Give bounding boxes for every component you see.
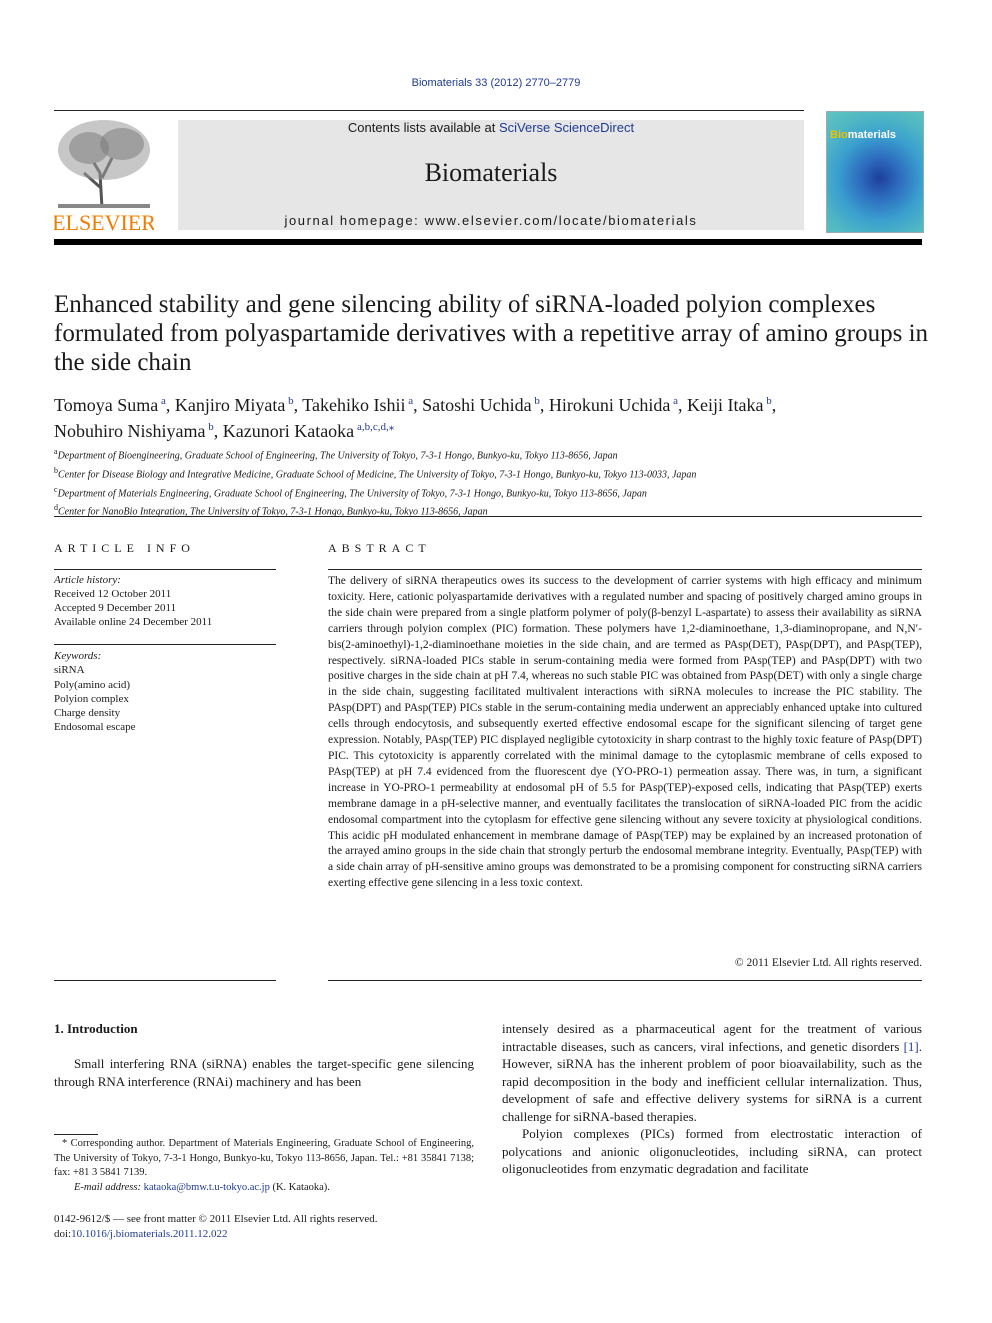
affiliation-marker[interactable]: b — [285, 395, 294, 407]
footnote-rule — [54, 1134, 98, 1135]
email-link[interactable]: kataoka@bmw.t.u-tokyo.ac.jp — [144, 1182, 270, 1193]
affiliation-marker[interactable]: a — [670, 395, 678, 407]
doi-link[interactable]: 10.1016/j.biomaterials.2011.12.022 — [71, 1228, 227, 1240]
header-thick-rule — [54, 239, 922, 245]
email-suffix: (K. Kataoka). — [269, 1181, 330, 1193]
article-history: Article history: Received 12 October 201… — [54, 573, 276, 629]
abstract-copyright: © 2011 Elsevier Ltd. All rights reserved… — [734, 957, 922, 969]
doi-label: doi: — [54, 1227, 72, 1240]
article-info-rule — [54, 569, 276, 570]
affiliation: cDepartment of Materials Engineering, Gr… — [54, 483, 934, 502]
abstract-rule — [328, 569, 922, 570]
elsevier-logo: ELSEVIER — [52, 118, 156, 235]
email-label: E-mail address: — [74, 1181, 144, 1193]
affiliation-text: Center for Disease Biology and Integrati… — [58, 469, 697, 481]
journal-homepage[interactable]: journal homepage: www.elsevier.com/locat… — [178, 213, 804, 228]
footnote: * Corresponding author. Department of Ma… — [54, 1137, 474, 1195]
affiliation-text: Department of Materials Engineering, Gra… — [57, 487, 647, 499]
affiliation-text: Department of Bioengineering, Graduate S… — [57, 450, 618, 462]
author-name[interactable]: Keiji Itaka — [687, 395, 763, 415]
keywords-label: Keywords: — [54, 650, 102, 662]
article-info-bottom-rule — [54, 980, 276, 981]
affiliation-marker[interactable]: b — [532, 395, 540, 407]
keyword: Poly(amino acid) — [54, 678, 131, 691]
cover-title-rest: materials — [847, 129, 897, 141]
author-name[interactable]: Tomoya Suma — [54, 395, 158, 415]
introduction-heading: 1. Introduction — [54, 1021, 138, 1036]
author-name[interactable]: Satoshi Uchida — [422, 395, 532, 415]
online-date: Available online 24 December 2011 — [54, 616, 213, 628]
affiliation-list: aDepartment of Bioengineering, Graduate … — [54, 445, 934, 520]
abstract-heading: ABSTRACT — [328, 541, 431, 555]
author-separator: , — [213, 421, 223, 441]
author-separator: , — [165, 395, 175, 415]
journal-cover-image: Biomaterials — [826, 111, 924, 233]
keyword: Charge density — [54, 707, 121, 720]
email-line: E-mail address: kataoka@bmw.t.u-tokyo.ac… — [54, 1181, 474, 1196]
introduction-right-column: intensely desired as a pharmaceutical ag… — [502, 1020, 922, 1178]
history-label: Article history: — [54, 574, 121, 586]
affiliation: dCenter for NanoBio Integration, The Uni… — [54, 501, 934, 520]
intro-text: intensely desired as a pharmaceutical ag… — [502, 1021, 922, 1054]
author-name[interactable]: Takehiko Ishii — [302, 395, 405, 415]
author-separator: , — [293, 395, 303, 415]
contents-line: Contents lists available at SciVerse Sci… — [178, 120, 804, 135]
author-name[interactable]: Kanjiro Miyata — [175, 395, 285, 415]
corresponding-author-note: * Corresponding author. Department of Ma… — [54, 1138, 474, 1178]
affiliation-marker[interactable]: a — [406, 395, 413, 407]
keywords-rule — [54, 644, 276, 645]
affiliation-marker[interactable]: a — [158, 395, 166, 407]
journal-banner: Contents lists available at SciVerse Sci… — [178, 120, 804, 230]
contents-prefix: Contents lists available at — [347, 120, 499, 135]
author-separator: , — [539, 395, 549, 415]
abstract-bottom-rule — [328, 980, 922, 981]
intro-paragraph: Polyion complexes (PICs) formed from ele… — [502, 1126, 922, 1176]
introduction-left-column: Small interfering RNA (siRNA) enables th… — [54, 1056, 474, 1089]
affiliation: bCenter for Disease Biology and Integrat… — [54, 464, 934, 483]
header-rule — [54, 110, 804, 111]
affiliation-marker[interactable]: b — [764, 395, 772, 407]
keyword: siRNA — [54, 664, 85, 677]
affiliation-marker[interactable]: b — [205, 421, 214, 433]
author-name[interactable]: Hirokuni Uchida — [549, 395, 670, 415]
sciencedirect-link[interactable]: SciVerse ScienceDirect — [499, 120, 634, 135]
author-name[interactable]: Kazunori Kataoka — [223, 421, 354, 441]
article-info-heading: ARTICLE INFO — [54, 541, 195, 555]
author-separator: , — [413, 395, 423, 415]
intro-paragraph: intensely desired as a pharmaceutical ag… — [502, 1020, 922, 1125]
keyword: Polyion complex — [54, 692, 129, 705]
affiliation: aDepartment of Bioengineering, Graduate … — [54, 445, 934, 464]
reference-link[interactable]: [1] — [904, 1039, 919, 1054]
cover-title-bio: Bio — [830, 129, 848, 141]
author-list: Tomoya Suma a, Kanjiro Miyata b, Takehik… — [54, 390, 934, 442]
section-rule — [54, 516, 922, 517]
front-matter: 0142-9612/$ — see front matter © 2011 El… — [54, 1212, 378, 1241]
doi-line: doi:10.1016/j.biomaterials.2011.12.022 — [54, 1227, 378, 1242]
author-name[interactable]: Nobuhiro Nishiyama — [54, 421, 205, 441]
author-separator: , — [678, 395, 688, 415]
elsevier-wordmark: ELSEVIER — [54, 210, 154, 234]
journal-citation[interactable]: Biomaterials 33 (2012) 2770–2779 — [0, 77, 992, 89]
received-date: Received 12 October 2011 — [54, 588, 172, 600]
affiliation-marker[interactable]: a,b,c,d,⁎ — [354, 421, 394, 433]
journal-title: Biomaterials — [424, 158, 558, 187]
keyword: Endosomal escape — [54, 721, 136, 734]
issn-line: 0142-9612/$ — see front matter © 2011 El… — [54, 1213, 378, 1225]
abstract-text: The delivery of siRNA therapeutics owes … — [328, 575, 922, 890]
keywords-block: Keywords: siRNA Poly(amino acid) Polyion… — [54, 649, 276, 735]
elsevier-tree-icon: ELSEVIER — [52, 118, 156, 235]
accepted-date: Accepted 9 December 2011 — [54, 602, 177, 614]
cover-title: Biomaterials — [830, 129, 896, 141]
author-separator: , — [771, 395, 777, 415]
article-title: Enhanced stability and gene silencing ab… — [54, 291, 929, 376]
